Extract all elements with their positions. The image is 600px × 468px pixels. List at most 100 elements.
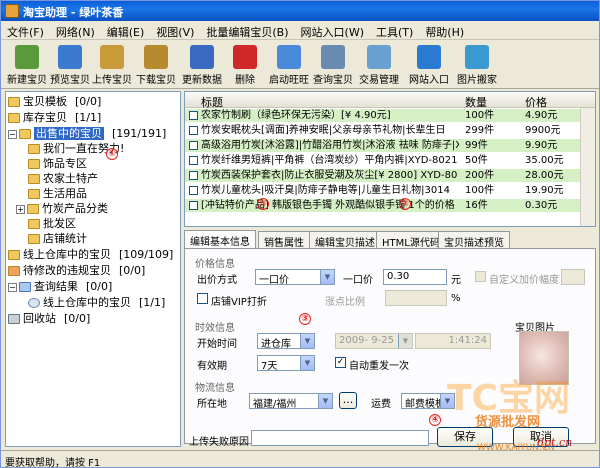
row-title: 竹炭儿童枕头|吸汗臭|防痱子静电等|儿童生日礼物|3014 [201,185,450,196]
tree-item-online-warehouse[interactable]: 线上仓库中的宝贝 [109/109] [8,247,173,262]
toolbar-button-3[interactable]: 下载宝贝 [135,43,177,87]
annotation-3: ③ [299,313,311,325]
start-time-input[interactable]: 1:41:24 [415,333,491,349]
row-checkbox[interactable] [189,186,198,195]
validity-label: 有效期 [197,361,227,372]
table-row[interactable]: 竹炭儿童枕头|吸汗臭|防痱子静电等|儿童生日礼物|3014 100件 19.90元 [185,184,580,197]
row-title: 高级浴用竹炭[沐浴露]|竹醋浴用竹炭|沐浴液 祛味 防痱子|XYD- [201,140,459,151]
menu-batch-edit[interactable]: 批量编辑宝贝(B) [200,22,294,40]
upload-fail-label: 上传失败原因 [189,437,249,448]
table-row[interactable]: [冲钻特价产品] 韩版银色手镯 外观酷似银手镯 1个的价格 16件 0.30元 [185,199,580,212]
custom-markup-checkbox[interactable] [475,271,486,282]
folder-icon [8,97,20,107]
auto-relist-checkbox[interactable]: ✓ [335,357,346,368]
raise-ratio-input[interactable] [385,290,447,306]
toolbar-button-9[interactable]: 网站入口 [407,43,451,87]
tree-item-category[interactable]: 生活用品 [28,186,87,201]
category-tree: 宝贝模板 [0/0] 库存宝贝 [1/1] − 出售中的宝贝 [191/191] 我们一… [5,91,181,447]
download-icon [144,45,168,69]
folder-icon [27,204,39,214]
toolbar-button-7[interactable]: 查询宝贝 [313,43,353,87]
location-select[interactable]: 福建/福州 ▼ [249,393,333,410]
toolbar-button-1[interactable]: 预览宝贝 [49,43,91,87]
toolbar-button-2[interactable]: 上传宝贝 [91,43,133,87]
raise-ratio-label: 涨点比例 [325,297,365,308]
tree-item-category[interactable]: 饰品专区 [28,156,87,171]
tree-item-violations[interactable]: 待修改的违规宝贝 [0/0] [8,263,145,278]
table-row[interactable]: 竹炭纤维男短裤|平角裤（台湾炭纱）平角内裤|XYD-8021 50件 35.00元 [185,154,580,167]
col-price[interactable]: 价格 [525,94,547,110]
image-move-icon [465,45,489,69]
row-price: 9900元 [525,125,561,136]
toolbar-button-10[interactable]: 图片搬家 [453,43,501,87]
menu-tools[interactable]: 工具(T) [370,22,419,40]
tab-html-source[interactable]: HTML源代码 [376,231,446,249]
table-row[interactable]: 竹炭西装保护套衣|防止衣服受潮及灰尘[¥ 2800] XYD-80 200件 28.… [185,169,580,182]
start-time-select[interactable]: 进仓库 ▼ [257,333,315,350]
menu-file[interactable]: 文件(F) [1,22,50,40]
row-title: 竹炭西装保护套衣|防止衣服受潮及灰尘[¥ 2800] XYD-80 [201,170,458,181]
toolbar-button-5[interactable]: 删除 [227,43,263,87]
preview-icon [58,45,82,69]
col-title[interactable]: 标题 [201,94,223,110]
tree-item-category[interactable]: 店铺统计 [28,231,87,246]
tree-item-stock[interactable]: 库存宝贝 [1/1] [8,110,101,125]
table-header: 标题 数量 价格 [185,92,595,110]
toolbar-button-label: 查询宝贝 [313,75,353,86]
row-checkbox[interactable] [189,141,198,150]
tree-item-category[interactable]: + 竹炭产品分类 [16,201,108,216]
custom-markup-input[interactable] [561,269,585,285]
folder-icon [28,144,40,154]
table-row[interactable]: 竹炭安眠枕头[调面]养神安眠|父亲母亲节礼物|长辈生日 299件 9900元 [185,124,580,137]
row-checkbox[interactable] [189,156,198,165]
tree-item-on-sale[interactable]: − 出售中的宝贝 [191/191] [8,126,166,141]
tree-item-templates[interactable]: 宝贝模板 [0/0] [8,94,101,109]
validity-select[interactable]: 7天 ▼ [257,355,315,372]
menu-website[interactable]: 网站入口(W) [295,22,370,40]
tab-preview[interactable]: 宝贝描述预览 [438,231,510,249]
folder-icon [28,159,40,169]
chevron-down-icon: ▼ [318,394,332,408]
expand-icon[interactable]: + [16,204,25,214]
collapse-icon[interactable]: − [8,129,17,139]
folder-icon [8,113,20,123]
price-unit: 元 [451,275,461,286]
tree-item-category[interactable]: 批发区 [28,216,76,231]
table-scrollbar[interactable] [580,108,595,226]
table-row[interactable]: 高级浴用竹炭[沐浴露]|竹醋浴用竹炭|沐浴液 祛味 防痱子|XYD- 99件 9.9… [185,139,580,152]
tree-item-category[interactable]: 农家土特产 [28,171,98,186]
tree-item-search-results[interactable]: − 查询结果 [0/0] [8,279,112,294]
folder-icon [28,189,40,199]
col-qty[interactable]: 数量 [465,94,487,110]
toolbar: 新建宝贝 预览宝贝 上传宝贝 下载宝贝 更新数据 删除 启动旺旺 查询宝贝 交易管理 网站入口 图片… [1,41,599,89]
tab-sale-attributes[interactable]: 销售属性 [258,231,310,249]
menu-edit[interactable]: 编辑(E) [101,22,151,40]
collapse-icon[interactable]: − [8,282,17,292]
table-row[interactable]: 农家竹制刷（绿色环保无污染）[¥ 4.90元] 100件 4.90元 [185,109,580,122]
row-checkbox[interactable] [189,126,198,135]
start-date-picker[interactable]: 2009- 9-25 ▼ [335,333,413,349]
tab-description[interactable]: 编辑宝贝描述 [309,231,381,249]
menu-help[interactable]: 帮助(H) [419,22,470,40]
toolbar-button-8[interactable]: 交易管理 [355,43,403,87]
tree-item-recycle-bin[interactable]: 回收站 [0/0] [8,311,90,326]
menu-view[interactable]: 视图(V) [150,22,200,40]
menu-network[interactable]: 网络(N) [50,22,101,40]
toolbar-button-4[interactable]: 更新数据 [179,43,225,87]
toolbar-button-0[interactable]: 新建宝贝 [7,43,47,87]
title-bar: 淘宝助理 - 绿叶茶香 [1,1,599,21]
sell-mode-select[interactable]: 一口价 ▼ [255,269,335,286]
location-more-button[interactable]: ... [339,392,357,409]
row-checkbox[interactable] [189,171,198,180]
toolbar-button-6[interactable]: 启动旺旺 [267,43,311,87]
tree-item-search-warehouse[interactable]: 线上仓库中的宝贝 [1/1] [28,295,165,310]
row-price: 4.90元 [525,110,558,121]
tab-basic-info[interactable]: 编辑基本信息 [184,230,256,248]
row-checkbox[interactable] [189,111,198,120]
vip-label: 店铺VIP打折 [211,297,267,308]
fixed-price-input[interactable]: 0.30 [383,269,447,285]
vip-checkbox[interactable] [197,293,208,304]
row-checkbox[interactable] [189,201,198,210]
upload-fail-input[interactable] [251,430,429,446]
toolbar-button-label: 新建宝贝 [7,75,47,86]
